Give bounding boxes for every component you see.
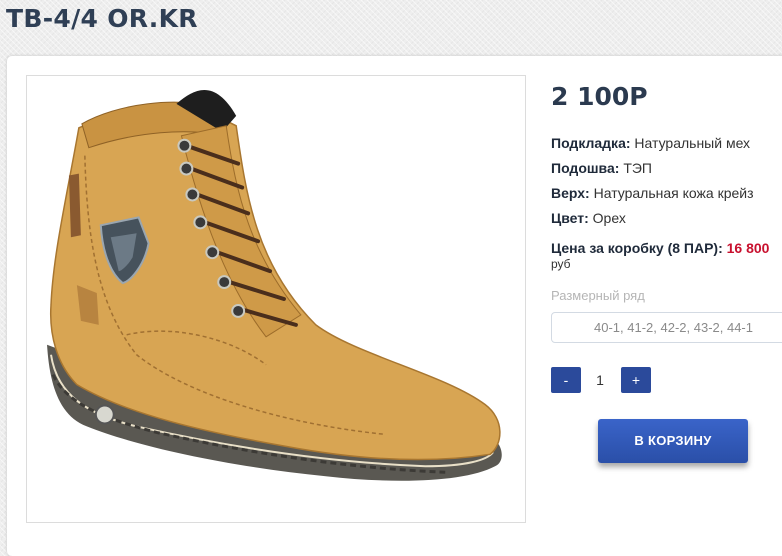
spec-lining: Подкладка: Натуральный мех — [551, 135, 750, 151]
add-to-cart-button[interactable]: В КОРЗИНУ — [598, 419, 748, 463]
product-image-frame[interactable] — [26, 75, 526, 523]
box-price-label: Цена за коробку (8 ПАР): — [551, 240, 723, 256]
quantity-minus-button[interactable]: - — [551, 367, 581, 393]
spec-sole: Подошва: ТЭП — [551, 160, 652, 176]
spec-label: Цвет: — [551, 210, 589, 226]
spec-label: Подошва: — [551, 160, 620, 176]
size-range-label: Размерный ряд — [551, 288, 645, 303]
quantity-input[interactable]: 1 — [583, 367, 617, 393]
box-price-value: 16 800 — [726, 240, 770, 256]
spec-label: Подкладка: — [551, 135, 631, 151]
spec-value: Натуральный мех — [634, 135, 751, 151]
quantity-plus-button[interactable]: + — [621, 367, 651, 393]
spec-value: Орех — [592, 210, 626, 226]
spec-value: Натуральная кожа крейз — [593, 185, 754, 201]
boot-image — [47, 89, 502, 481]
box-price-currency: руб — [551, 257, 571, 271]
spec-color: Цвет: Орех — [551, 210, 626, 226]
box-price: Цена за коробку (8 ПАР): 16 800 — [551, 240, 769, 256]
spec-label: Верх: — [551, 185, 590, 201]
spec-upper: Верх: Натуральная кожа крейз — [551, 185, 754, 201]
product-title: TB-4/4 OR.KR — [6, 4, 198, 33]
product-price: 2 100Р — [551, 82, 648, 111]
spec-value: ТЭП — [623, 160, 652, 176]
size-range-select[interactable]: 40-1, 41-2, 42-2, 43-2, 44-1 — [551, 312, 782, 343]
